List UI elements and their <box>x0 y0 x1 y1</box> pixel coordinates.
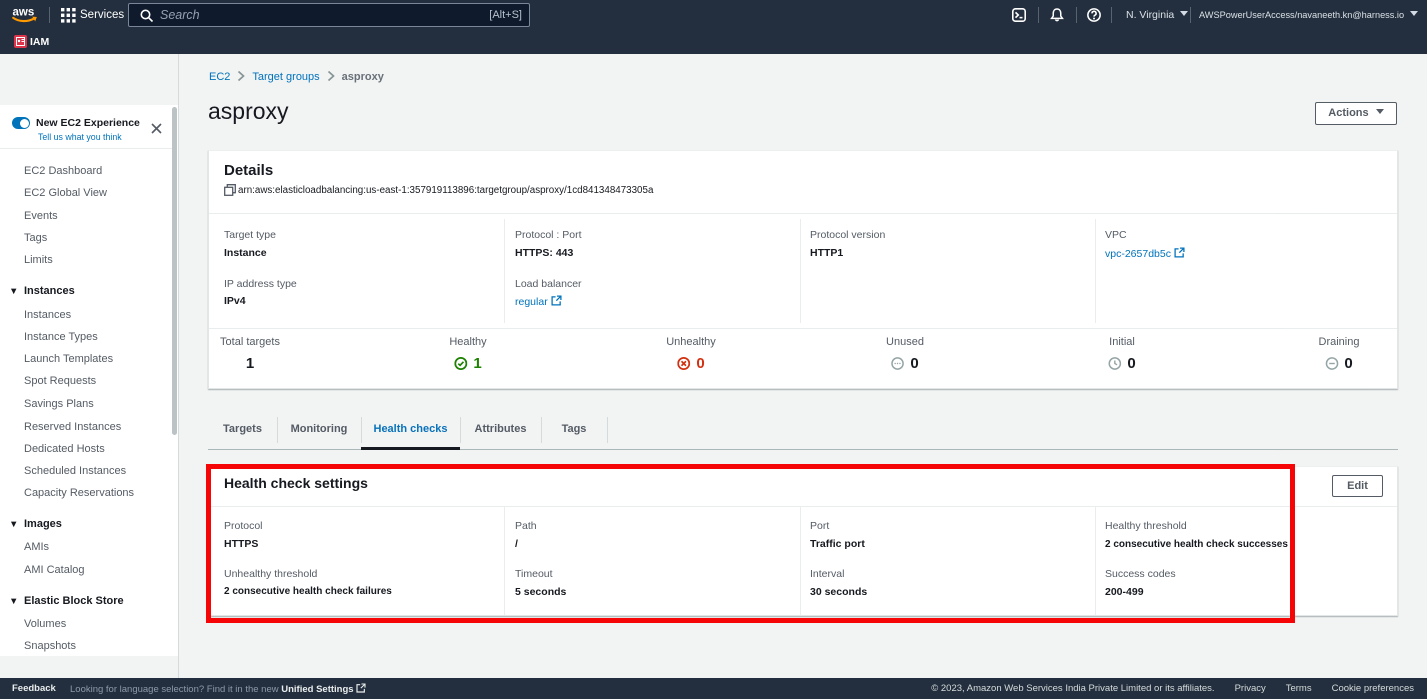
svg-text:aws: aws <box>13 6 35 18</box>
